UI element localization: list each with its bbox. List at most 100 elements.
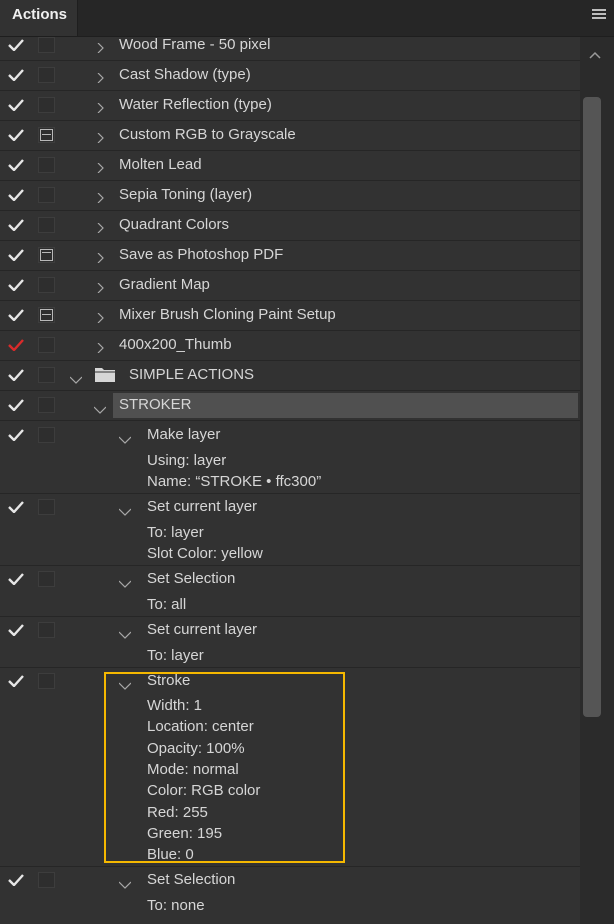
row-divider <box>0 493 580 494</box>
dialog-toggle-box[interactable] <box>38 427 55 443</box>
step-detail: To: none <box>147 897 205 914</box>
row-divider <box>0 420 580 421</box>
chevron-right-icon[interactable] <box>95 70 105 84</box>
toggle-checkmark-icon[interactable] <box>8 99 24 111</box>
chevron-right-icon[interactable] <box>95 340 105 354</box>
chevron-down-icon[interactable] <box>118 575 132 588</box>
step-label: Set Selection <box>147 570 236 587</box>
step-label: Make layer <box>147 426 221 443</box>
toggle-checkmark-icon[interactable] <box>8 129 24 141</box>
chevron-down-icon[interactable] <box>118 431 132 444</box>
toggle-checkmark-icon[interactable] <box>8 399 24 411</box>
toggle-checkmark-icon[interactable] <box>8 369 24 381</box>
dialog-toggle-box[interactable] <box>38 97 55 113</box>
row-divider <box>0 360 580 361</box>
chevron-right-icon[interactable] <box>95 220 105 234</box>
step-detail: Name: “STROKE • ffc300” <box>147 473 322 490</box>
toggle-checkmark-icon[interactable] <box>8 249 24 261</box>
dialog-toggle-box[interactable] <box>38 37 55 53</box>
toggle-checkmark-icon[interactable] <box>8 675 24 687</box>
dialog-toggle-box[interactable] <box>38 499 55 515</box>
dialog-toggle-box[interactable] <box>38 157 55 173</box>
step-label: Set current layer <box>147 621 258 638</box>
toggle-checkmark-icon[interactable] <box>8 189 24 201</box>
chevron-down-icon[interactable] <box>118 876 132 889</box>
dialog-toggle-box[interactable] <box>38 571 55 587</box>
step-detail: Slot Color: yellow <box>147 545 263 562</box>
row-divider <box>0 667 580 668</box>
folder-icon <box>94 367 116 383</box>
dialog-toggle-box[interactable] <box>38 217 55 233</box>
toggle-checkmark-icon[interactable] <box>8 339 24 351</box>
hamburger-menu-icon[interactable] <box>592 9 606 21</box>
action-label: Water Reflection (type) <box>119 96 272 113</box>
toggle-checkmark-icon[interactable] <box>8 279 24 291</box>
dialog-toggle-box[interactable] <box>38 127 55 143</box>
chevron-right-icon[interactable] <box>95 310 105 324</box>
action-row[interactable] <box>0 330 580 360</box>
action-label: Gradient Map <box>119 276 210 293</box>
step-detail: To: layer <box>147 524 204 541</box>
row-divider <box>0 390 580 391</box>
chevron-right-icon[interactable] <box>95 100 105 114</box>
chevron-down-icon[interactable] <box>93 401 107 414</box>
step-detail: Using: layer <box>147 452 227 469</box>
toggle-checkmark-icon[interactable] <box>8 69 24 81</box>
action-label: Cast Shadow (type) <box>119 66 251 83</box>
chevron-right-icon[interactable] <box>95 190 105 204</box>
toggle-checkmark-icon[interactable] <box>8 39 24 51</box>
chevron-right-icon[interactable] <box>95 160 105 174</box>
dialog-toggle-box[interactable] <box>38 247 55 263</box>
action-label: Sepia Toning (layer) <box>119 186 253 203</box>
dialog-toggle-box[interactable] <box>38 673 55 689</box>
scrollbar-thumb[interactable] <box>583 97 601 717</box>
chevron-right-icon[interactable] <box>95 250 105 264</box>
chevron-down-icon[interactable] <box>118 626 132 639</box>
chevron-down-icon[interactable] <box>118 503 132 516</box>
action-row[interactable] <box>0 90 580 120</box>
action-set-label: SIMPLE ACTIONS <box>129 366 255 383</box>
action-label: Wood Frame - 50 pixel <box>119 37 271 53</box>
row-divider <box>0 866 580 867</box>
dialog-toggle-box[interactable] <box>38 367 55 383</box>
dialog-toggle-box[interactable] <box>38 187 55 203</box>
chevron-down-icon[interactable] <box>69 371 83 384</box>
toggle-checkmark-icon[interactable] <box>8 309 24 321</box>
toggle-checkmark-icon[interactable] <box>8 429 24 441</box>
chevron-right-icon[interactable] <box>95 280 105 294</box>
toggle-checkmark-icon[interactable] <box>8 874 24 886</box>
toggle-checkmark-icon[interactable] <box>8 501 24 513</box>
scrollbar[interactable] <box>580 37 614 924</box>
dialog-toggle-box[interactable] <box>38 397 55 413</box>
dialog-toggle-box[interactable] <box>38 337 55 353</box>
action-row[interactable] <box>0 37 580 60</box>
action-row[interactable] <box>0 270 580 300</box>
toggle-checkmark-icon[interactable] <box>8 573 24 585</box>
action-row[interactable] <box>0 240 580 270</box>
chevron-right-icon[interactable] <box>95 130 105 144</box>
action-row[interactable] <box>0 150 580 180</box>
dialog-toggle-box[interactable] <box>38 307 55 323</box>
action-label: 400x200_Thumb <box>119 336 232 353</box>
tab-actions[interactable]: Actions <box>0 0 78 36</box>
dialog-toggle-box[interactable] <box>38 622 55 638</box>
action-row[interactable] <box>0 210 580 240</box>
row-divider <box>0 616 580 617</box>
step-detail: To: all <box>147 596 187 613</box>
dialog-toggle-box[interactable] <box>38 67 55 83</box>
action-row[interactable] <box>0 180 580 210</box>
dialog-toggle-box[interactable] <box>38 872 55 888</box>
stroke-step-highlight-box <box>104 672 345 863</box>
action-label: Quadrant Colors <box>119 216 230 233</box>
action-label: Custom RGB to Grayscale <box>119 126 296 143</box>
toggle-checkmark-icon[interactable] <box>8 159 24 171</box>
action-row[interactable] <box>0 60 580 90</box>
chevron-right-icon[interactable] <box>95 40 105 54</box>
row-divider <box>0 565 580 566</box>
scroll-up-arrow-icon[interactable] <box>589 51 601 59</box>
dialog-toggle-box[interactable] <box>38 277 55 293</box>
toggle-checkmark-icon[interactable] <box>8 219 24 231</box>
tab-actions-label: Actions <box>12 6 68 23</box>
step-label: Set Selection <box>147 871 236 888</box>
toggle-checkmark-icon[interactable] <box>8 624 24 636</box>
